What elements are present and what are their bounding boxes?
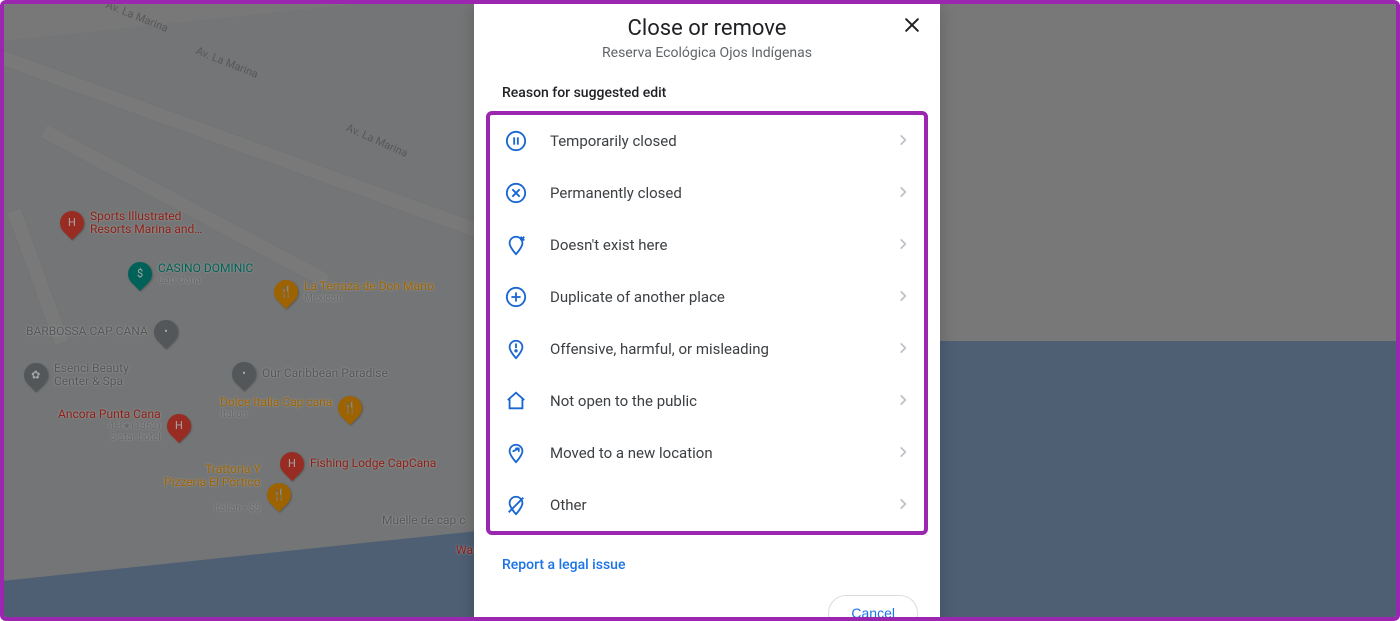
option-label: Duplicate of another place (550, 288, 874, 306)
option-doesnt-exist[interactable]: Doesn't exist here (490, 219, 924, 271)
option-not-public[interactable]: Not open to the public (490, 375, 924, 427)
section-label: Reason for suggested edit (474, 67, 940, 111)
chevron-right-icon (896, 287, 910, 308)
close-or-remove-modal: Close or remove Reserva Ecológica Ojos I… (474, 2, 940, 621)
x-circle-icon (504, 181, 528, 205)
pin-x-icon (504, 233, 528, 257)
modal-footer: Cancel (474, 585, 940, 621)
plus-circle-icon (504, 285, 528, 309)
option-label: Permanently closed (550, 184, 874, 202)
close-icon (902, 15, 922, 41)
chevron-right-icon (896, 131, 910, 152)
option-label: Other (550, 496, 874, 514)
option-label: Moved to a new location (550, 444, 874, 462)
option-other[interactable]: Other (490, 479, 924, 531)
chevron-right-icon (896, 183, 910, 204)
chevron-right-icon (896, 391, 910, 412)
option-duplicate[interactable]: Duplicate of another place (490, 271, 924, 323)
chevron-right-icon (896, 235, 910, 256)
option-temporarily-closed[interactable]: Temporarily closed (490, 115, 924, 167)
option-offensive[interactable]: Offensive, harmful, or misleading (490, 323, 924, 375)
cancel-button[interactable]: Cancel (828, 595, 918, 621)
modal-header: Close or remove Reserva Ecológica Ojos I… (474, 2, 940, 67)
option-moved[interactable]: Moved to a new location (490, 427, 924, 479)
option-label: Doesn't exist here (550, 236, 874, 254)
chevron-right-icon (896, 339, 910, 360)
edit-reasons-list: Temporarily closed Permanently closed (486, 111, 928, 535)
option-label: Temporarily closed (550, 132, 874, 150)
alert-pin-icon (504, 337, 528, 361)
pause-icon (504, 129, 528, 153)
modal-subtitle: Reserva Ecológica Ojos Indígenas (522, 45, 892, 61)
chevron-right-icon (896, 495, 910, 516)
modal-title: Close or remove (522, 16, 892, 41)
arrow-pin-icon (504, 441, 528, 465)
close-button[interactable] (898, 14, 926, 42)
pin-slash-icon (504, 493, 528, 517)
report-legal-issue-link[interactable]: Report a legal issue (474, 545, 653, 585)
home-icon (504, 389, 528, 413)
chevron-right-icon (896, 443, 910, 464)
option-permanently-closed[interactable]: Permanently closed (490, 167, 924, 219)
option-label: Not open to the public (550, 392, 874, 410)
option-label: Offensive, harmful, or misleading (550, 340, 874, 358)
